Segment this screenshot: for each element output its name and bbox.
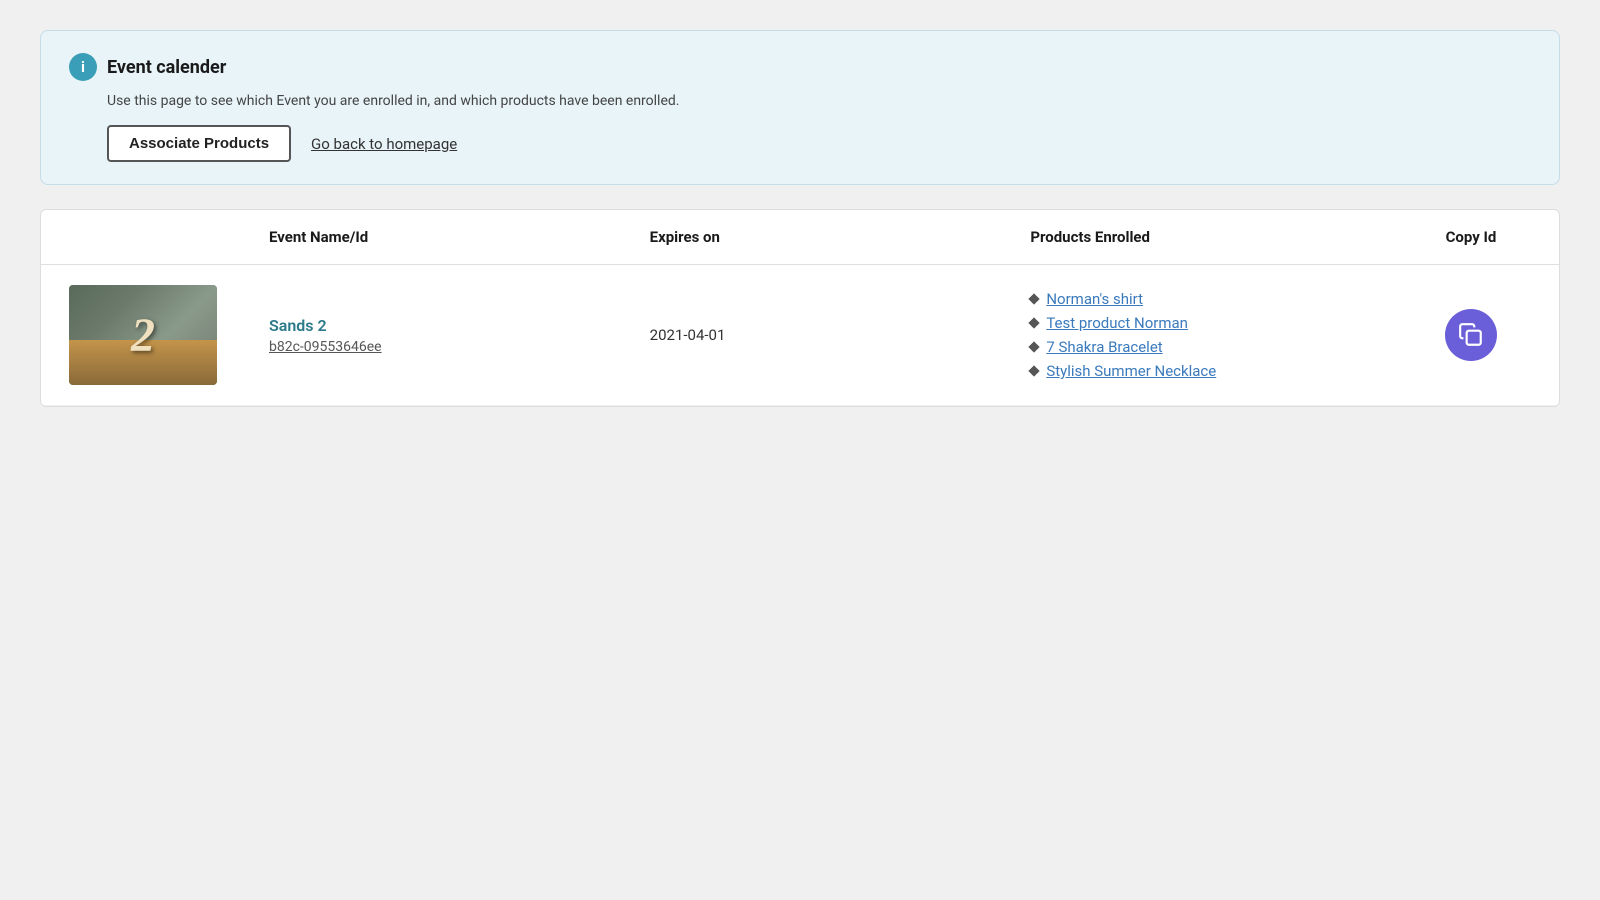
bullet-icon xyxy=(1029,293,1040,304)
list-item: Stylish Summer Necklace xyxy=(1030,362,1411,380)
header-copy-id: Copy Id xyxy=(1411,228,1531,246)
list-item: Norman's shirt xyxy=(1030,290,1411,308)
product-link-test-norman[interactable]: Test product Norman xyxy=(1046,314,1188,332)
table-row: 2 Sands 2 b82c-09553646ee 2021-04-01 Nor… xyxy=(41,265,1559,406)
header-expires-on: Expires on xyxy=(650,228,1031,246)
banner-header: i Event calender xyxy=(69,53,1531,81)
copy-id-button[interactable] xyxy=(1445,309,1497,361)
event-id[interactable]: b82c-09553646ee xyxy=(269,339,650,355)
info-icon: i xyxy=(69,53,97,81)
table-header-row: Event Name/Id Expires on Products Enroll… xyxy=(41,210,1559,265)
event-name-cell: Sands 2 b82c-09553646ee xyxy=(269,316,650,355)
product-link-normans-shirt[interactable]: Norman's shirt xyxy=(1046,290,1143,308)
banner-title: Event calender xyxy=(107,57,226,78)
header-event-name-id: Event Name/Id xyxy=(269,228,650,246)
info-banner: i Event calender Use this page to see wh… xyxy=(40,30,1560,185)
events-table: Event Name/Id Expires on Products Enroll… xyxy=(40,209,1560,407)
copy-id-cell xyxy=(1411,309,1531,361)
copy-icon xyxy=(1458,322,1484,348)
product-link-shakra-bracelet[interactable]: 7 Shakra Bracelet xyxy=(1046,338,1162,356)
expires-date: 2021-04-01 xyxy=(650,326,726,344)
banner-actions: Associate Products Go back to homepage xyxy=(107,125,1531,162)
associate-products-button[interactable]: Associate Products xyxy=(107,125,291,162)
cake-number: 2 xyxy=(131,308,155,363)
header-spacer xyxy=(69,228,269,246)
banner-description: Use this page to see which Event you are… xyxy=(107,93,1531,109)
cake-image-graphic: 2 xyxy=(69,285,217,385)
list-item: 7 Shakra Bracelet xyxy=(1030,338,1411,356)
bullet-icon xyxy=(1029,365,1040,376)
list-item: Test product Norman xyxy=(1030,314,1411,332)
product-link-summer-necklace[interactable]: Stylish Summer Necklace xyxy=(1046,362,1216,380)
homepage-link[interactable]: Go back to homepage xyxy=(311,135,457,153)
bullet-icon xyxy=(1029,341,1040,352)
event-name: Sands 2 xyxy=(269,316,650,335)
products-list: Norman's shirt Test product Norman 7 Sha… xyxy=(1030,290,1411,380)
event-image: 2 xyxy=(69,285,217,385)
products-enrolled-cell: Norman's shirt Test product Norman 7 Sha… xyxy=(1030,290,1411,380)
header-products-enrolled: Products Enrolled xyxy=(1030,228,1411,246)
bullet-icon xyxy=(1029,317,1040,328)
expires-date-cell: 2021-04-01 xyxy=(650,326,1031,344)
